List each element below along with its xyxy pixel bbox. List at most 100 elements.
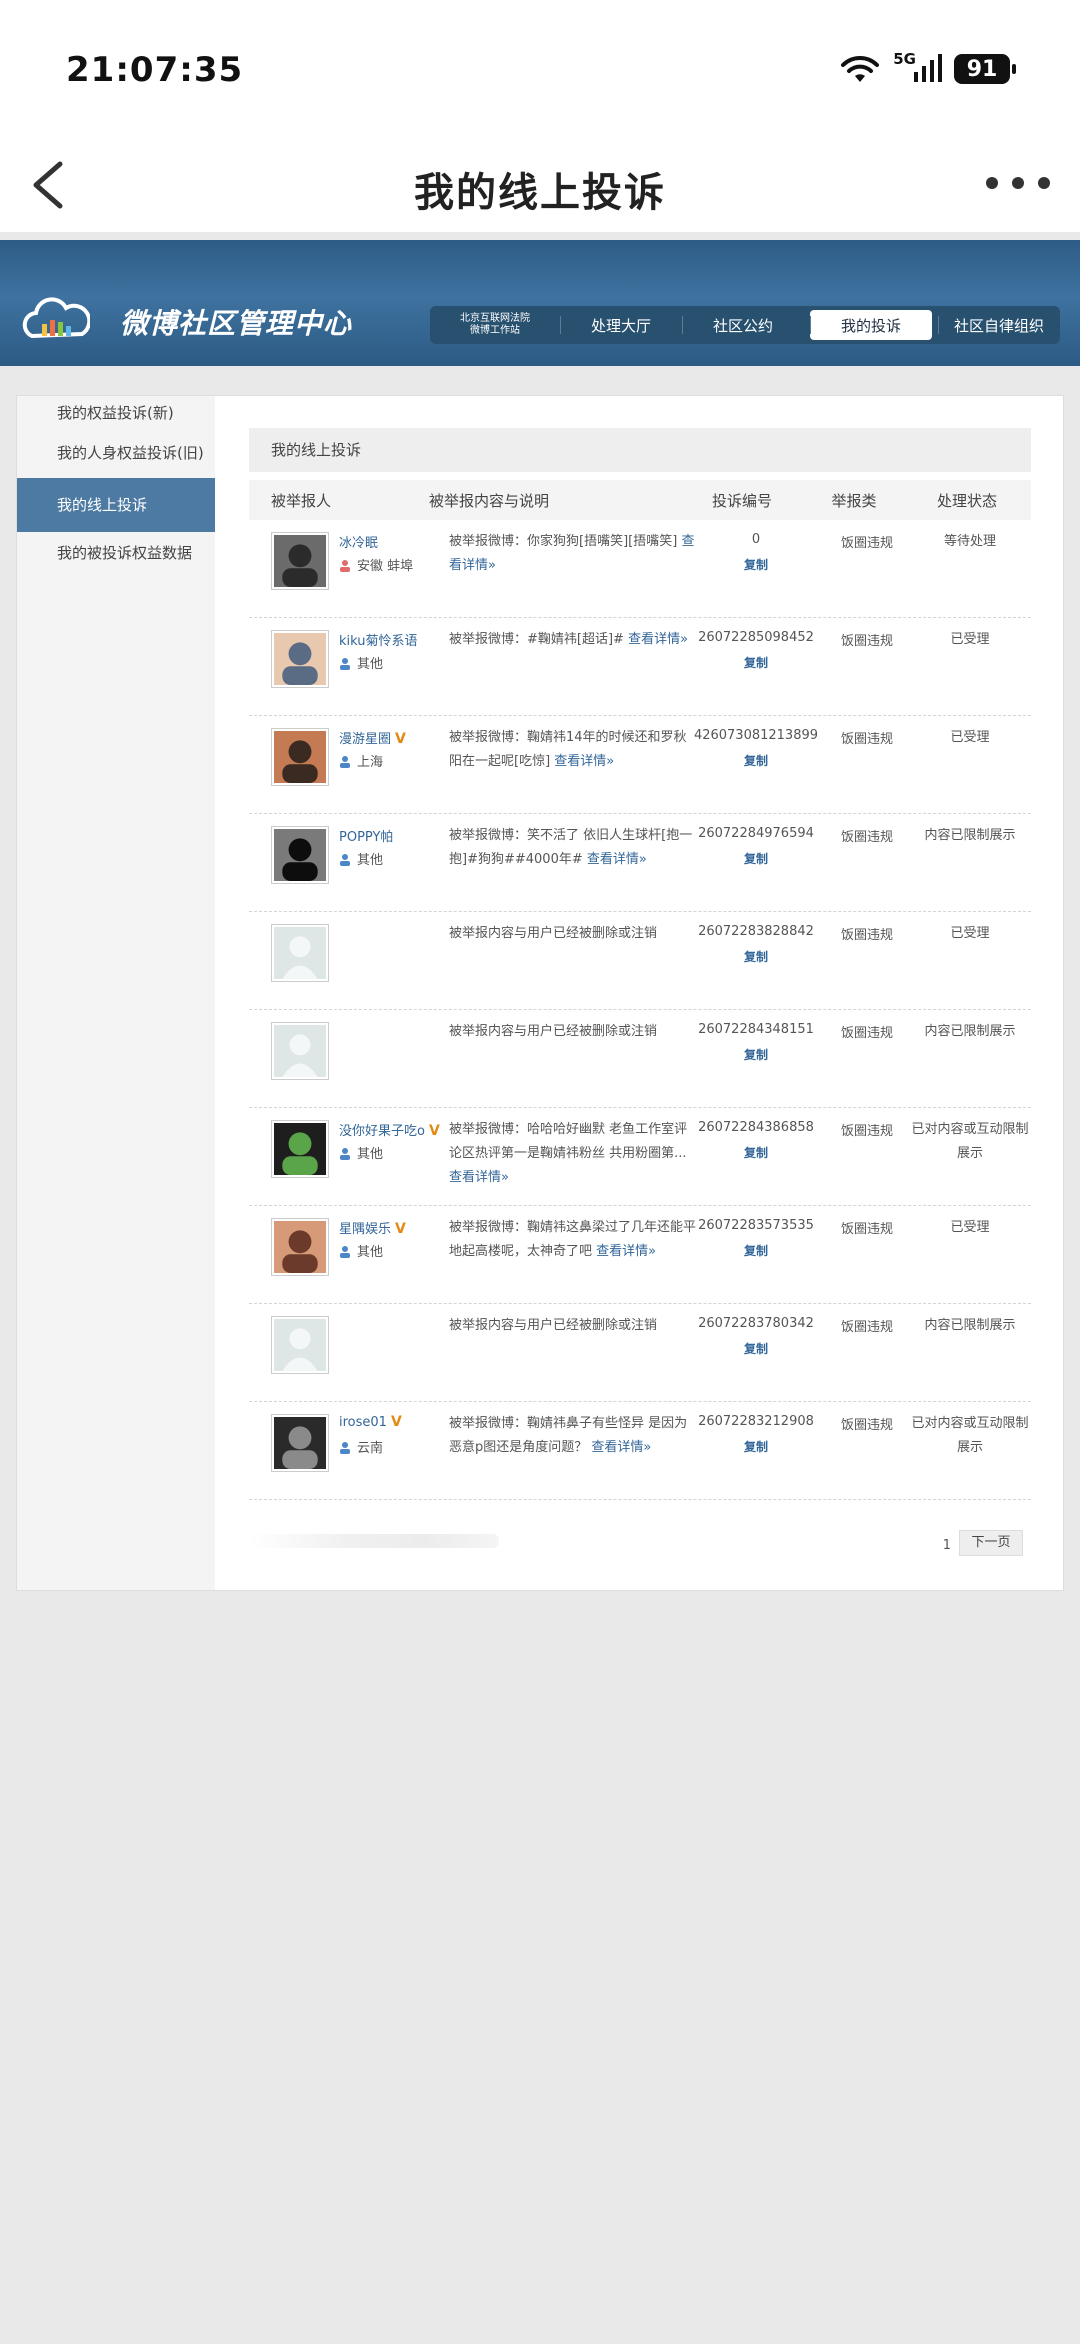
complaint-description: 被举报内容与用户已经被删除或注销 <box>449 922 697 946</box>
sidebar-item-complained-data[interactable]: 我的被投诉权益数据 <box>17 542 215 563</box>
main-content: 我的线上投诉 被举报人 被举报内容与说明 投诉编号 举报类 处理状态 冰冷眠 安徽… <box>249 428 1031 1570</box>
complaint-id: 26072283212908 <box>698 1414 814 1429</box>
user-location: 其他 <box>339 653 383 672</box>
table-row: 漫游星圈 V 上海 被举报微博：鞠婧祎14年的时候还和罗秋阳在一起呢[吃惊] 查看详情… <box>249 716 1031 814</box>
avatar[interactable] <box>271 532 329 590</box>
copy-button[interactable]: 复制 <box>691 654 821 671</box>
avatar[interactable] <box>271 826 329 884</box>
user-name-text: 没你好果子吃o <box>339 1124 425 1139</box>
copy-button[interactable]: 复制 <box>691 556 821 573</box>
column-header-category: 举报类 <box>831 491 877 510</box>
view-details-link[interactable]: 查看详情» <box>591 1440 651 1455</box>
copy-button[interactable]: 复制 <box>691 948 821 965</box>
avatar[interactable] <box>271 728 329 786</box>
site-nav-item-convention[interactable]: 社区公约 <box>682 310 804 340</box>
next-page-button[interactable]: 下一页 <box>959 1530 1023 1556</box>
table-row: 没你好果子吃o V 其他 被举报微博：哈哈哈好幽默 老鱼工作室评论区热评第一是鞠婧祎粉… <box>249 1108 1031 1206</box>
complaint-description: 被举报微博：你家狗狗[捂嘴笑][捂嘴笑] 查看详情» <box>449 530 697 578</box>
report-category: 饭圈违规 <box>840 1222 893 1237</box>
status-text: 已受理 <box>950 926 990 941</box>
site-header: 微博社区管理中心 北京互联网法院 微博工作站 处理大厅 社区公约 我的投诉 社区… <box>0 240 1080 366</box>
report-category: 饭圈违规 <box>840 1320 893 1335</box>
reported-user-name[interactable]: kiku菊怜系语 <box>339 630 418 649</box>
avatar[interactable] <box>271 924 329 982</box>
user-name-text: 星隅娱乐 <box>339 1222 392 1237</box>
avatar[interactable] <box>271 1120 329 1178</box>
copy-button[interactable]: 复制 <box>691 1046 821 1063</box>
complaint-id: 426073081213899 <box>693 728 819 743</box>
avatar[interactable] <box>271 1218 329 1276</box>
sidebar: 我的权益投诉(新) 我的人身权益投诉(旧) 我的线上投诉 我的被投诉权益数据 <box>17 396 215 1590</box>
location-text: 其他 <box>357 1245 384 1260</box>
copy-button[interactable]: 复制 <box>691 1144 821 1161</box>
report-category: 饭圈违规 <box>840 1026 893 1041</box>
location-text: 云南 <box>357 1441 384 1456</box>
user-location: 上海 <box>339 751 383 770</box>
table-row: irose01 V 云南 被举报微博：鞠婧祎鼻子有些怪异 是因为恶意p图还是角度问题？… <box>249 1402 1031 1500</box>
user-name-text: kiku菊怜系语 <box>339 634 418 649</box>
reported-user-name[interactable]: 没你好果子吃o V <box>339 1120 440 1139</box>
status-icons: 5G 91 <box>839 50 1016 84</box>
complaint-description: 被举报微博：鞠婧祎这鼻梁过了几年还能平地起高楼呢，太神奇了吧 查看详情» <box>449 1216 697 1264</box>
page-number[interactable]: 1 <box>943 1538 951 1553</box>
user-location: 安徽 蚌埠 <box>339 555 413 574</box>
site-nav-item-self-regulation[interactable]: 社区自律组织 <box>938 310 1060 340</box>
site-nav-item-my-complaints[interactable]: 我的投诉 <box>810 310 932 340</box>
view-details-link[interactable]: 查看详情» <box>554 754 614 769</box>
copy-button[interactable]: 复制 <box>691 850 821 867</box>
reported-user-name[interactable]: POPPY帕 <box>339 826 393 845</box>
description-text: 被举报微博：鞠婧祎这鼻梁过了几年还能平地起高楼呢，太神奇了吧 <box>449 1220 697 1259</box>
copy-button[interactable]: 复制 <box>691 1340 821 1357</box>
verified-v-icon: V <box>395 1221 406 1237</box>
person-icon <box>340 854 350 866</box>
description-text: 被举报微博：鞠婧祎鼻子有些怪异 是因为恶意p图还是角度问题？ <box>449 1416 688 1455</box>
site-nav-item-hall[interactable]: 处理大厅 <box>560 310 682 340</box>
user-location: 其他 <box>339 1241 383 1260</box>
avatar[interactable] <box>271 630 329 688</box>
view-details-link[interactable]: 查看详情» <box>596 1244 656 1259</box>
person-icon <box>340 1442 350 1454</box>
sidebar-item-online-complaints[interactable]: 我的线上投诉 <box>17 478 215 532</box>
avatar[interactable] <box>271 1316 329 1374</box>
table-row: 星隅娱乐 V 其他 被举报微博：鞠婧祎这鼻梁过了几年还能平地起高楼呢，太神奇了吧 查看… <box>249 1206 1031 1304</box>
avatar[interactable] <box>271 1414 329 1472</box>
table-row: 被举报内容与用户已经被删除或注销 26072283828842 复制 饭圈违规 已受理 <box>249 912 1031 1010</box>
wifi-icon <box>841 55 880 82</box>
more-dot-icon <box>986 177 998 189</box>
table-row: kiku菊怜系语 其他 被举报微博：#鞠婧祎[超话]# 查看详情» 260722850… <box>249 618 1031 716</box>
view-details-link[interactable]: 查看详情» <box>449 1170 509 1185</box>
copy-button[interactable]: 复制 <box>691 752 821 769</box>
complaint-id: 26072283780342 <box>698 1316 814 1331</box>
verified-v-icon: V <box>390 1414 402 1430</box>
battery-indicator: 91 <box>954 54 1016 84</box>
column-header-content: 被举报内容与说明 <box>429 491 550 510</box>
complaint-id: 26072284348151 <box>698 1022 814 1037</box>
reported-user-name[interactable]: irose01 V <box>339 1414 402 1430</box>
table-row: POPPY帕 其他 被举报微博：笑不活了 依旧人生球杆[抱一抱]#狗狗##4000年… <box>249 814 1031 912</box>
table-row: 冰冷眠 安徽 蚌埠 被举报微博：你家狗狗[捂嘴笑][捂嘴笑] 查看详情» 0 复制 饭圈违… <box>249 520 1031 618</box>
description-text: 被举报内容与用户已经被删除或注销 <box>449 1318 658 1333</box>
complaint-id: 26072283573535 <box>698 1218 814 1233</box>
reported-user-name[interactable]: 冰冷眠 <box>339 532 378 551</box>
user-name-text: irose01 <box>339 1415 387 1430</box>
reported-user-name[interactable]: 漫游星圈 V <box>339 728 406 747</box>
location-text: 安徽 蚌埠 <box>357 559 414 574</box>
view-details-link[interactable]: 查看详情» <box>628 632 688 647</box>
site-nav-beijing-court[interactable]: 北京互联网法院 微博工作站 <box>430 310 560 340</box>
complaint-id: 0 <box>751 532 761 547</box>
status-text: 已受理 <box>950 632 990 647</box>
complaint-description: 被举报微博：鞠婧祎鼻子有些怪异 是因为恶意p图还是角度问题？ 查看详情» <box>449 1412 697 1460</box>
person-icon <box>340 658 350 670</box>
copy-button[interactable]: 复制 <box>691 1438 821 1455</box>
sidebar-item-rights-new[interactable]: 我的权益投诉(新) <box>17 402 215 423</box>
user-location: 其他 <box>339 1143 383 1162</box>
avatar[interactable] <box>271 1022 329 1080</box>
view-details-link[interactable]: 查看详情» <box>587 852 647 867</box>
copy-button[interactable]: 复制 <box>691 1242 821 1259</box>
complaint-description: 被举报内容与用户已经被删除或注销 <box>449 1314 697 1338</box>
person-icon <box>340 1148 350 1160</box>
more-button[interactable] <box>986 168 1050 198</box>
sidebar-item-personal-rights-old[interactable]: 我的人身权益投诉(旧) <box>17 442 215 463</box>
user-name-text: POPPY帕 <box>339 830 394 845</box>
reported-user-name[interactable]: 星隅娱乐 V <box>339 1218 406 1237</box>
